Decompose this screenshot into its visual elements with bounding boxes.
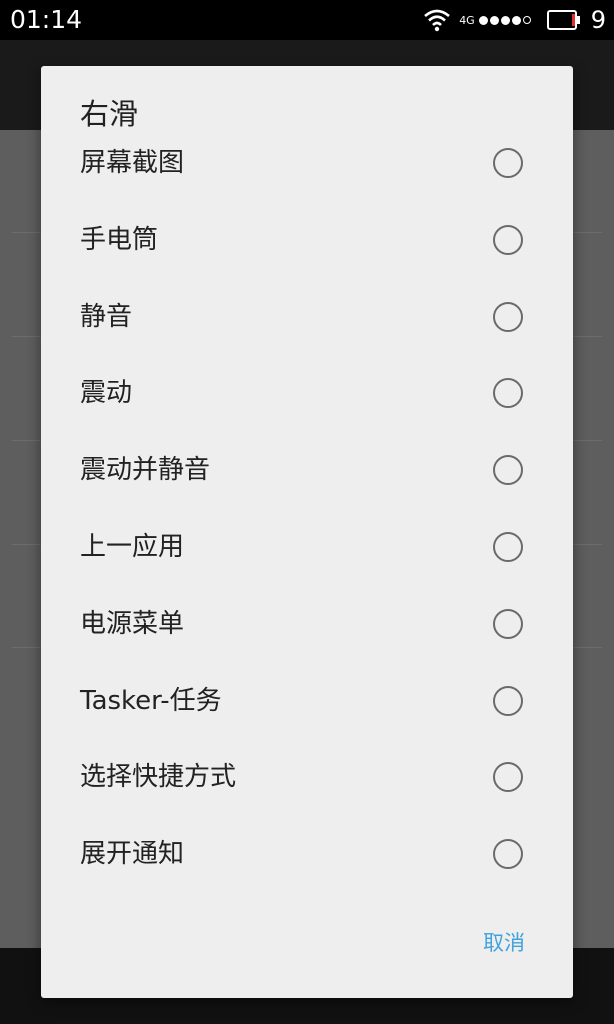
option-label: Tasker-任务 <box>80 685 222 716</box>
option-vibrate[interactable]: 震动 <box>41 355 573 432</box>
battery-level: 9 <box>590 6 606 34</box>
radio-button[interactable] <box>493 608 523 639</box>
option-label: 震动 <box>80 378 133 409</box>
option-choose-shortcut[interactable]: 选择快捷方式 <box>41 739 573 816</box>
wifi-icon <box>424 9 451 32</box>
radio-button[interactable] <box>493 839 523 870</box>
option-power-menu[interactable]: 电源菜单 <box>41 586 573 663</box>
radio-button[interactable] <box>493 531 523 562</box>
option-previous-app[interactable]: 上一应用 <box>41 509 573 586</box>
option-screenshot[interactable]: 屏幕截图 <box>41 125 573 202</box>
option-expand-notifications[interactable]: 展开通知 <box>41 816 573 893</box>
option-list: 屏幕截图 手电筒 静音 震动 震动并静音 上一应用 电源菜单 Tasker-任务… <box>41 125 573 893</box>
radio-button[interactable] <box>493 224 523 255</box>
option-label: 电源菜单 <box>80 608 185 639</box>
cancel-button[interactable]: 取消 <box>483 928 525 958</box>
option-label: 屏幕截图 <box>80 148 185 178</box>
radio-button[interactable] <box>493 685 523 716</box>
radio-button[interactable] <box>493 762 523 793</box>
status-time: 01:14 <box>10 5 83 34</box>
option-label: 静音 <box>80 301 133 332</box>
option-label: 选择快捷方式 <box>80 762 237 793</box>
screen: 01:14 4G 9 右滑 屏幕截图 手电筒 静音 震动 震动并静音 上一应用 … <box>0 0 614 1024</box>
status-bar: 01:14 4G 9 <box>0 0 614 40</box>
radio-button[interactable] <box>493 378 523 409</box>
radio-button[interactable] <box>493 455 523 486</box>
signal-icon <box>478 15 533 25</box>
network-type: 4G <box>459 13 475 27</box>
option-label: 上一应用 <box>80 531 185 562</box>
swipe-right-action-dialog: 右滑 屏幕截图 手电筒 静音 震动 震动并静音 上一应用 电源菜单 Tasker… <box>41 66 573 998</box>
battery-icon <box>546 10 580 30</box>
status-icons: 4G 9 <box>423 5 606 35</box>
option-label: 手电筒 <box>80 224 159 255</box>
option-flashlight[interactable]: 手电筒 <box>41 202 573 279</box>
option-vibrate-and-mute[interactable]: 震动并静音 <box>41 432 573 509</box>
radio-button[interactable] <box>493 301 523 332</box>
option-label: 震动并静音 <box>80 455 211 486</box>
radio-button[interactable] <box>493 148 523 178</box>
option-label: 展开通知 <box>80 839 185 870</box>
option-tasker-task[interactable]: Tasker-任务 <box>41 663 573 740</box>
option-mute[interactable]: 静音 <box>41 279 573 356</box>
